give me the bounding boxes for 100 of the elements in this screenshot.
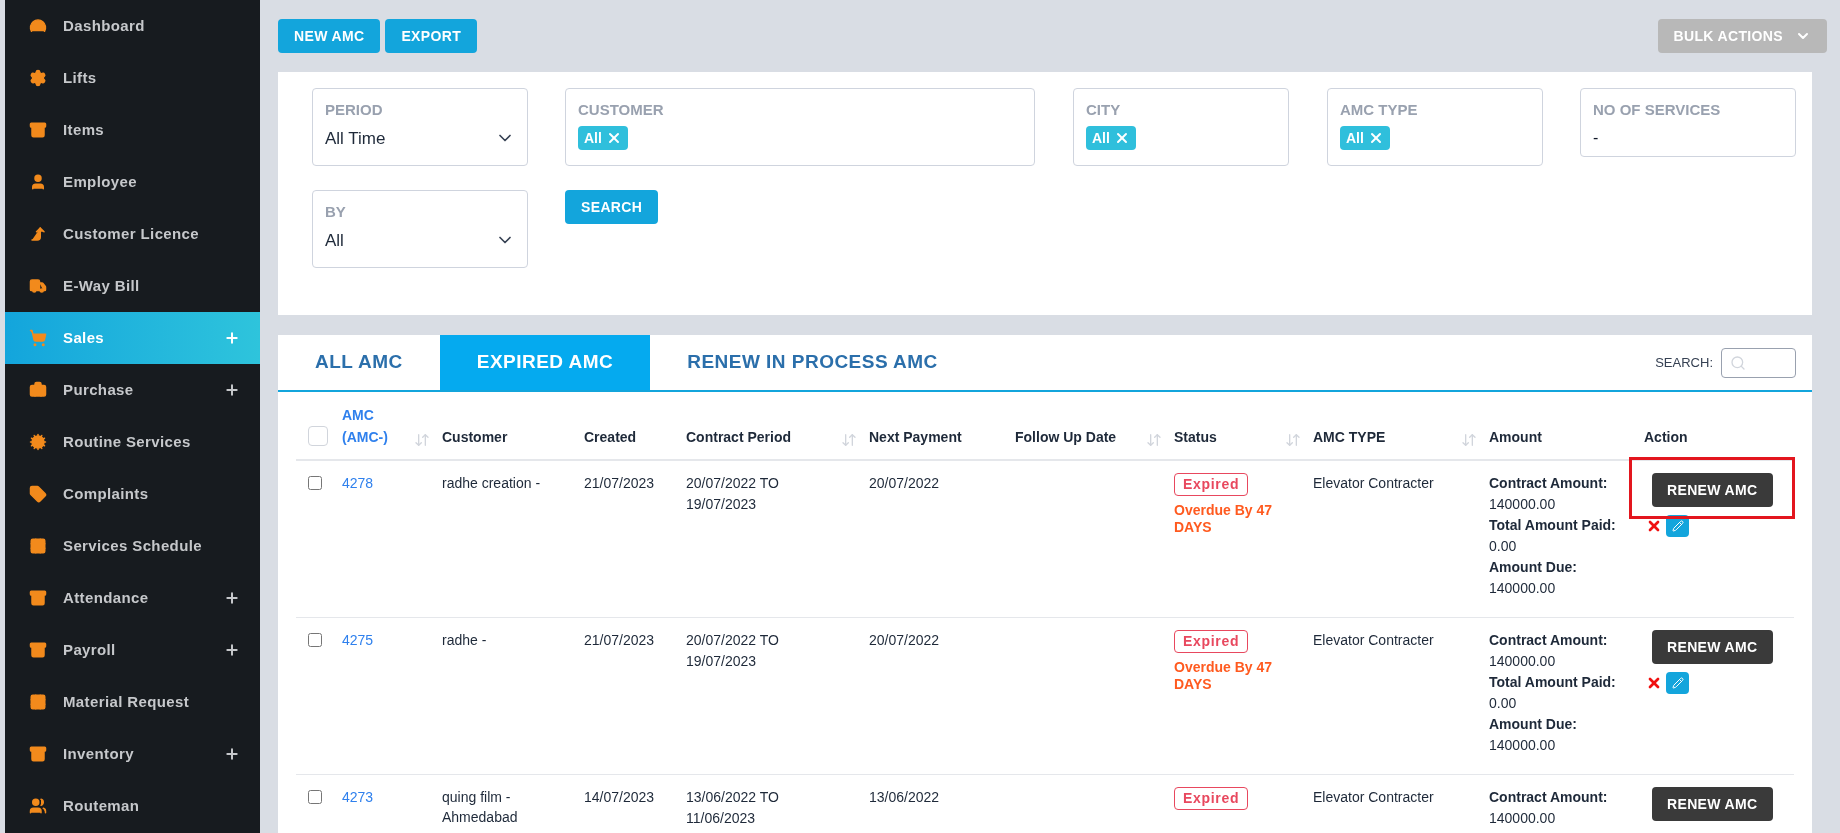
column-header: Customer — [442, 428, 508, 447]
sidebar-item[interactable]: Services Schedule — [5, 520, 260, 572]
renew-amc-button[interactable]: RENEW AMC — [1652, 630, 1773, 664]
column-header: Created — [584, 428, 637, 447]
arrow-icon — [29, 225, 47, 243]
renew-amc-button[interactable]: RENEW AMC — [1652, 787, 1773, 821]
amc-link[interactable]: 4275 — [342, 632, 374, 648]
amount-text: Total Amount Paid: 0.00 — [1489, 516, 1617, 556]
field-label: AMC TYPE — [1340, 100, 1419, 120]
column-header: Amount — [1489, 428, 1542, 447]
column-header: Status — [1174, 428, 1217, 447]
amount-text: Amount Due: 140000.00 — [1489, 715, 1578, 755]
status-badge: Expired — [1174, 473, 1249, 496]
plus-icon[interactable] — [224, 382, 240, 398]
field-label: NO OF SERVICES — [1593, 100, 1722, 120]
checkbox[interactable] — [308, 426, 328, 446]
status-badge: Expired — [1174, 630, 1249, 653]
sidebar-item[interactable]: Dashboard — [5, 0, 260, 52]
column-header: Contract Period — [686, 428, 791, 447]
box-icon — [29, 589, 47, 607]
select-field[interactable]: PERIOD All Time — [312, 88, 528, 166]
edit-button[interactable] — [1666, 672, 1689, 694]
truck-icon — [29, 277, 47, 295]
sidebar-item[interactable]: E-Way Bill — [5, 260, 260, 312]
box-icon — [29, 641, 47, 659]
sidebar-item[interactable]: Attendance — [5, 572, 260, 624]
sidebar-item[interactable]: Routine Services — [5, 416, 260, 468]
edit-button[interactable] — [1666, 515, 1689, 537]
search-label: SEARCH: — [1655, 354, 1713, 373]
table-cell: radhe - — [442, 632, 487, 648]
table-cell: radhe creation - — [442, 475, 541, 491]
table-cell: Elevator Contracter — [1313, 789, 1434, 805]
sort-icon[interactable] — [1285, 432, 1301, 448]
status-badge: Expired — [1174, 787, 1249, 810]
table-cell: 13/06/2022 TO 11/06/2023 — [686, 789, 779, 826]
amount-text: Contract Amount: 140000.00 — [1489, 474, 1609, 514]
sidebar-item[interactable]: Routeman — [5, 780, 260, 832]
field-value: - — [1593, 128, 1599, 146]
amount-text: Contract Amount: 140000.00 — [1489, 788, 1609, 828]
column-header: Follow Up Date — [1015, 428, 1117, 447]
amc-link[interactable]: 4278 — [342, 475, 374, 491]
sort-icon[interactable] — [414, 432, 430, 448]
briefcase-icon — [29, 381, 47, 399]
gear-icon — [29, 69, 47, 87]
table-cell: 20/07/2022 TO 19/07/2023 — [686, 475, 779, 512]
sidebar-item[interactable]: Material Request — [5, 676, 260, 728]
sidebar-item[interactable]: Complaints — [5, 468, 260, 520]
table-cell: 20/07/2022 TO 19/07/2023 — [686, 632, 779, 669]
table-cell: Elevator Contracter — [1313, 475, 1434, 491]
table-cell: 13/06/2022 — [869, 789, 940, 805]
sort-icon[interactable] — [841, 432, 857, 448]
sort-icon[interactable] — [1146, 432, 1162, 448]
gauge-icon — [29, 17, 47, 35]
select-value: All — [325, 229, 344, 252]
field-label: BY — [325, 202, 347, 222]
select-field[interactable]: BY All — [312, 190, 528, 268]
sidebar-item[interactable]: Items — [5, 104, 260, 156]
sidebar-item[interactable]: Lifts — [5, 52, 260, 104]
person-icon — [29, 173, 47, 191]
plus-icon[interactable] — [224, 642, 240, 658]
sidebar-item[interactable]: Employee — [5, 156, 260, 208]
amc-link[interactable]: 4273 — [342, 789, 374, 805]
table-cell: 20/07/2022 — [869, 632, 940, 648]
table-cell: 21/07/2023 — [584, 632, 655, 648]
sidebar-item[interactable]: Inventory — [5, 728, 260, 780]
overdue-text: Overdue By 47 DAYS — [1174, 502, 1274, 536]
tab[interactable]: ALL AMC — [278, 335, 440, 390]
select-value: All Time — [325, 127, 386, 150]
amount-text: Amount Due: 140000.00 — [1489, 558, 1578, 598]
plus-icon[interactable] — [224, 590, 240, 606]
pencil-icon — [1671, 677, 1684, 689]
row-checkbox[interactable] — [308, 476, 322, 490]
overdue-text: Overdue By 47 DAYS — [1174, 659, 1274, 693]
sort-icon[interactable] — [1461, 432, 1477, 448]
search-icon — [1730, 355, 1746, 371]
box-icon — [29, 121, 47, 139]
row-checkbox[interactable] — [308, 633, 322, 647]
sidebar-item[interactable]: Customer Licence — [5, 208, 260, 260]
tag-icon — [29, 485, 47, 503]
box-icon — [29, 745, 47, 763]
pencil-icon — [1671, 520, 1684, 532]
sidebar-item[interactable]: Purchase — [5, 364, 260, 416]
table-cell: Elevator Contracter — [1313, 632, 1434, 648]
column-header: AMC (AMC-) — [342, 406, 389, 447]
filter-field[interactable]: NO OF SERVICES - — [1580, 88, 1796, 157]
renew-amc-button[interactable]: RENEW AMC — [1652, 473, 1773, 507]
search-field[interactable] — [1721, 348, 1796, 378]
tab[interactable]: RENEW IN PROCESS AMC — [650, 335, 975, 390]
table-cell: 14/07/2023 — [584, 789, 655, 805]
column-header: Next Payment — [869, 428, 962, 447]
table-cell: quing film - Ahmedabad — [442, 789, 518, 825]
plus-icon[interactable] — [224, 746, 240, 762]
field-label: CUSTOMER — [578, 100, 665, 120]
table-cell: 20/07/2022 — [869, 475, 940, 491]
row-checkbox[interactable] — [308, 790, 322, 804]
cart-icon — [29, 329, 47, 347]
table-cell: 21/07/2023 — [584, 475, 655, 491]
delete-icon[interactable] — [1646, 518, 1662, 534]
sidebar-item[interactable]: Payroll — [5, 624, 260, 676]
delete-icon[interactable] — [1646, 675, 1662, 691]
